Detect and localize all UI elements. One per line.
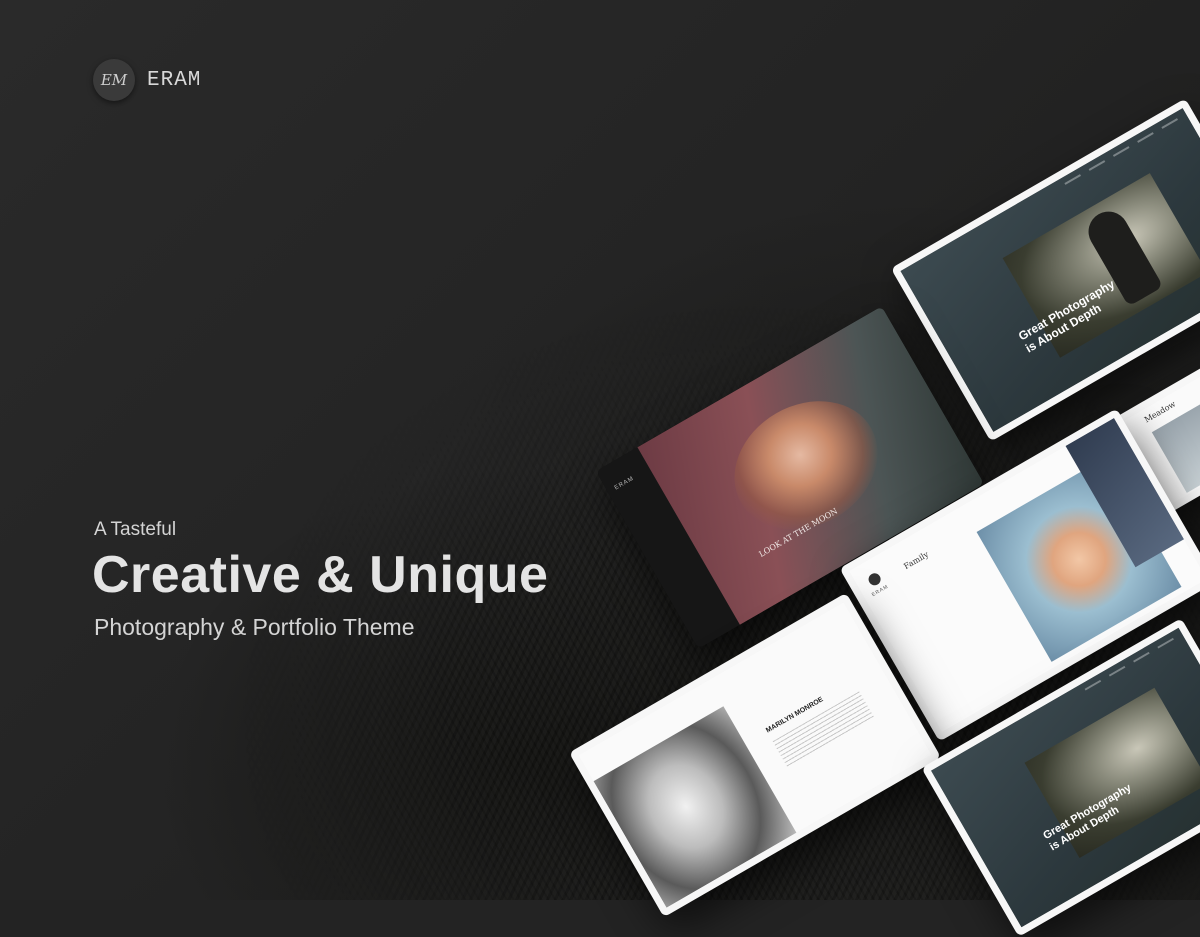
- brand-logo[interactable]: EM ERAM: [93, 59, 201, 101]
- family-title: Family: [902, 549, 931, 572]
- hero-headline: Creative & Unique: [92, 546, 549, 604]
- logo-badge: EM: [93, 59, 135, 101]
- hero-subline: Photography & Portfolio Theme: [94, 614, 415, 640]
- hero-pretitle: A Tasteful: [94, 519, 177, 540]
- family-brand: ERAM: [870, 583, 890, 599]
- magazine-photo: [1151, 387, 1200, 493]
- moon-brand: ERAM: [613, 475, 636, 492]
- family-logo-badge: [866, 571, 883, 588]
- logo-name: ERAM: [147, 68, 202, 92]
